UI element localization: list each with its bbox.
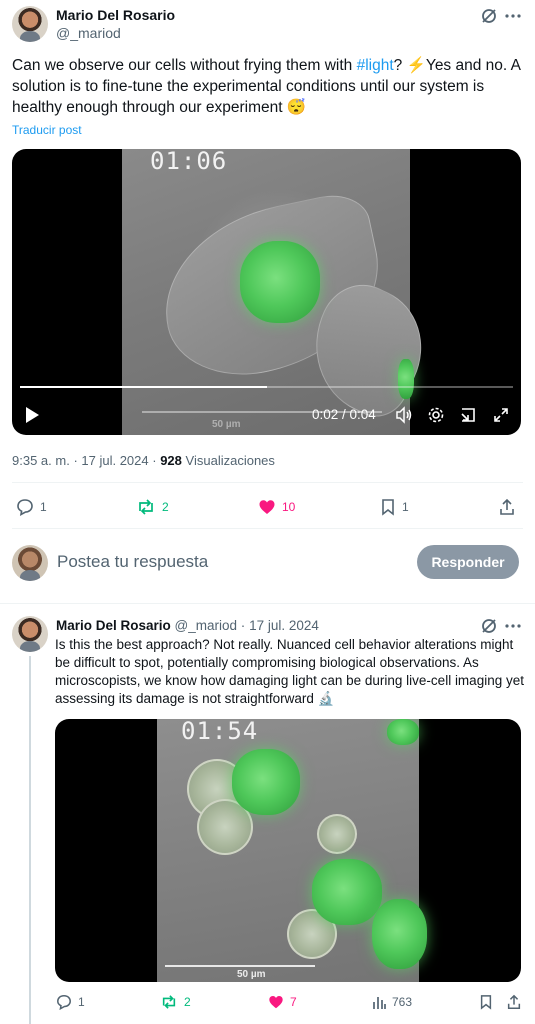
grok-icon[interactable] [480,7,498,25]
scale-label: 50 µm [212,419,241,430]
share-action[interactable] [506,994,522,1010]
fluorescent-cell [372,899,427,969]
reply-author-name[interactable]: Mario Del Rosario [56,618,171,633]
like-action[interactable]: 10 [258,498,295,516]
share-icon [500,498,514,515]
like-count: 7 [290,995,297,1009]
bookmark-icon [480,995,492,1010]
fluorescent-cell [312,859,382,925]
tweet-text-part: Can we observe our cells without frying … [12,57,357,74]
fluorescent-edge [398,359,414,399]
bookmark-count: 1 [402,500,409,514]
post-meta: 9:35 a. m. · 17 jul. 2024 · 928 Visualiz… [12,453,275,468]
reply-input[interactable]: Postea tu respuesta [57,552,208,572]
heart-icon [269,996,283,1009]
scale-bar [165,965,315,967]
reply-author-avatar[interactable] [12,616,48,652]
views-action[interactable]: 763 [372,994,412,1010]
author-avatar[interactable] [12,6,48,42]
meta-separator: · [152,453,161,468]
scale-label: 50 µm [237,969,266,980]
time-display: 0:02 / 0:04 [312,407,376,422]
fluorescent-nucleus [240,241,320,323]
reply-icon [17,499,33,516]
divider [12,482,523,483]
heart-icon [259,500,275,514]
repost-action[interactable]: 2 [160,994,191,1010]
bookmark-icon [382,499,394,516]
author-name[interactable]: Mario Del Rosario [56,7,175,23]
volume-icon[interactable] [395,406,413,424]
repost-count: 2 [184,995,191,1009]
hashtag-link[interactable]: #light [357,57,394,74]
fullscreen-icon[interactable] [492,406,510,424]
reply-author-handle[interactable]: @_mariod [175,618,237,633]
fluorescent-cell [387,719,419,745]
video-player[interactable]: 50 µm 01:06 0:02 / 0:04 [12,149,521,435]
repost-icon [139,499,153,515]
pip-icon[interactable] [459,406,477,424]
repost-count: 2 [162,500,169,514]
post-date[interactable]: 17 jul. 2024 [81,453,148,468]
repost-action[interactable]: 2 [136,498,169,516]
progress-fill [20,386,267,388]
thread-line [29,656,31,1024]
microscopy-frame: 50 µm [157,719,427,982]
views-count: 928 [160,453,182,468]
reply-video-player[interactable]: 50 µm 01:54 [55,719,521,982]
cell-ghost [317,814,357,854]
bookmark-action[interactable]: 1 [380,498,409,516]
more-options-icon[interactable] [504,617,522,635]
fluorescent-cell [232,749,300,815]
reply-text: Is this the best approach? Not really. N… [55,637,524,706]
timestamp-overlay: 01:54 [181,719,259,745]
settings-gear-icon[interactable] [427,406,445,424]
divider [0,603,535,604]
reply-count: 1 [78,995,85,1009]
reply-action[interactable]: 1 [56,994,85,1010]
translate-link[interactable]: Traducir post [12,123,82,137]
post-time[interactable]: 9:35 a. m. [12,453,70,468]
views-label: Visualizaciones [185,453,275,468]
user-avatar[interactable] [12,545,48,581]
bookmark-action[interactable] [479,994,493,1010]
microscopy-frame: 50 µm [122,149,443,435]
reply-count: 1 [40,500,47,514]
reply-icon [57,995,71,1010]
share-icon [507,994,521,1009]
views-count: 763 [392,995,413,1009]
like-count: 10 [282,500,296,514]
divider [12,528,523,529]
share-action[interactable] [498,498,516,516]
analytics-icon [373,997,386,1009]
like-action[interactable]: 7 [268,994,297,1010]
author-handle[interactable]: @_mariod [56,25,121,41]
play-icon[interactable] [24,406,40,424]
reply-date[interactable]: 17 jul. 2024 [249,618,319,633]
meta-separator: · [240,618,246,633]
tweet-text: Can we observe our cells without frying … [12,55,524,118]
repost-icon [162,995,176,1009]
grok-icon[interactable] [480,617,498,635]
reply-action[interactable]: 1 [16,498,47,516]
more-options-icon[interactable] [504,7,522,25]
timestamp-overlay: 01:06 [150,149,228,175]
reply-submit-button[interactable]: Responder [417,545,519,579]
reply-header: Mario Del Rosario @_mariod · 17 jul. 202… [56,618,319,633]
